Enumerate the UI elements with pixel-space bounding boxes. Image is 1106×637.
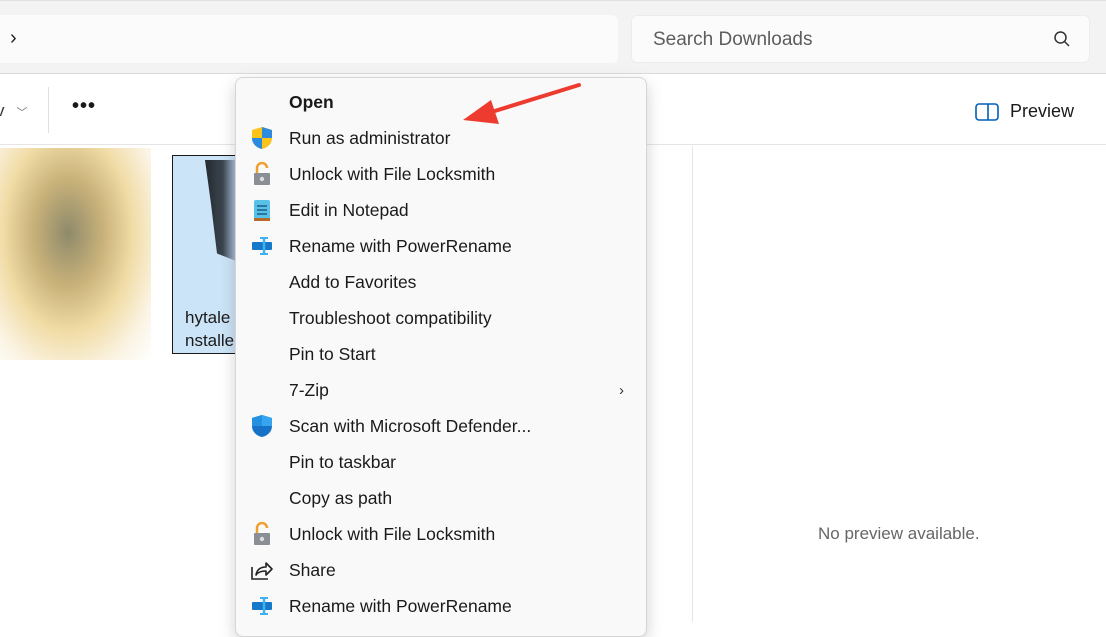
menu-item-label: Share bbox=[289, 559, 336, 580]
menu-item-label: Copy as path bbox=[289, 487, 393, 508]
menu-item-label: 7-Zip bbox=[289, 379, 329, 400]
uac-shield-icon bbox=[250, 126, 274, 150]
menu-item-label: Edit in Notepad bbox=[289, 199, 409, 220]
menu-item-label: Add to Favorites bbox=[289, 271, 417, 292]
menu-item-label: Rename with PowerRename bbox=[289, 595, 512, 616]
menu-item-rename-powerrename[interactable]: Rename with PowerRename bbox=[240, 228, 642, 264]
preview-pane-button[interactable]: Preview bbox=[975, 101, 1074, 122]
menu-item-label: Pin to taskbar bbox=[289, 451, 396, 472]
file-item-hytale-installer[interactable]: hytale nstalle bbox=[172, 155, 242, 354]
chevron-down-icon: ﹀ bbox=[16, 107, 28, 119]
no-preview-message: No preview available. bbox=[818, 524, 980, 543]
menu-item-label: Run as administrator bbox=[289, 127, 451, 148]
menu-item-copy-as-path[interactable]: Copy as path bbox=[240, 480, 642, 516]
preview-pane-icon bbox=[975, 102, 999, 121]
more-options-button[interactable]: ••• bbox=[72, 95, 96, 118]
title-bar: › Search Downloads bbox=[0, 0, 1106, 74]
lock-icon bbox=[250, 162, 274, 186]
file-name: hytale nstalle bbox=[185, 308, 235, 350]
search-icon[interactable] bbox=[1053, 30, 1071, 53]
menu-item-pin-to-start[interactable]: Pin to Start bbox=[240, 336, 642, 372]
lock-icon bbox=[250, 522, 274, 546]
submenu-chevron-icon: › bbox=[619, 381, 624, 399]
menu-item-unlock-file-locksmith-2[interactable]: Unlock with File Locksmith bbox=[240, 516, 642, 552]
notepad-icon bbox=[250, 198, 274, 222]
menu-item-label: Pin to Start bbox=[289, 343, 376, 364]
menu-item-scan-defender[interactable]: Scan with Microsoft Defender... bbox=[240, 408, 642, 444]
menu-item-label: Troubleshoot compatibility bbox=[289, 307, 492, 328]
blurred-file-thumbnail[interactable] bbox=[0, 148, 151, 360]
menu-item-label: Unlock with File Locksmith bbox=[289, 523, 496, 544]
menu-item-unlock-file-locksmith[interactable]: Unlock with File Locksmith bbox=[240, 156, 642, 192]
search-placeholder: Search Downloads bbox=[653, 29, 813, 50]
powerrename-icon bbox=[250, 234, 274, 258]
menu-item-label: Unlock with File Locksmith bbox=[289, 163, 496, 184]
preview-label: Preview bbox=[1010, 101, 1075, 121]
context-menu: Open Run as administrator Unlock with Fi… bbox=[235, 77, 647, 637]
search-box[interactable]: Search Downloads bbox=[631, 15, 1090, 63]
menu-item-7zip[interactable]: 7-Zip › bbox=[240, 372, 642, 408]
toolbar-divider bbox=[48, 87, 49, 133]
menu-item-label: Open bbox=[289, 91, 334, 112]
menu-item-edit-in-notepad[interactable]: Edit in Notepad bbox=[240, 192, 642, 228]
address-bar[interactable]: › bbox=[0, 15, 618, 63]
annotation-arrow-icon bbox=[463, 83, 581, 124]
view-label: v bbox=[0, 101, 5, 120]
view-dropdown[interactable]: v ﹀ bbox=[0, 101, 28, 121]
menu-item-add-to-favorites[interactable]: Add to Favorites bbox=[240, 264, 642, 300]
menu-item-pin-to-taskbar[interactable]: Pin to taskbar bbox=[240, 444, 642, 480]
menu-item-label: Scan with Microsoft Defender... bbox=[289, 415, 532, 436]
menu-item-label: Rename with PowerRename bbox=[289, 235, 512, 256]
breadcrumb-chevron-icon[interactable]: › bbox=[10, 27, 17, 50]
share-icon bbox=[250, 558, 274, 582]
preview-pane-divider[interactable] bbox=[692, 146, 693, 622]
powerrename-icon bbox=[250, 594, 274, 618]
menu-item-share[interactable]: Share bbox=[240, 552, 642, 588]
menu-item-rename-powerrename-2[interactable]: Rename with PowerRename bbox=[240, 588, 642, 624]
menu-item-troubleshoot-compatibility[interactable]: Troubleshoot compatibility bbox=[240, 300, 642, 336]
defender-icon bbox=[250, 414, 274, 438]
